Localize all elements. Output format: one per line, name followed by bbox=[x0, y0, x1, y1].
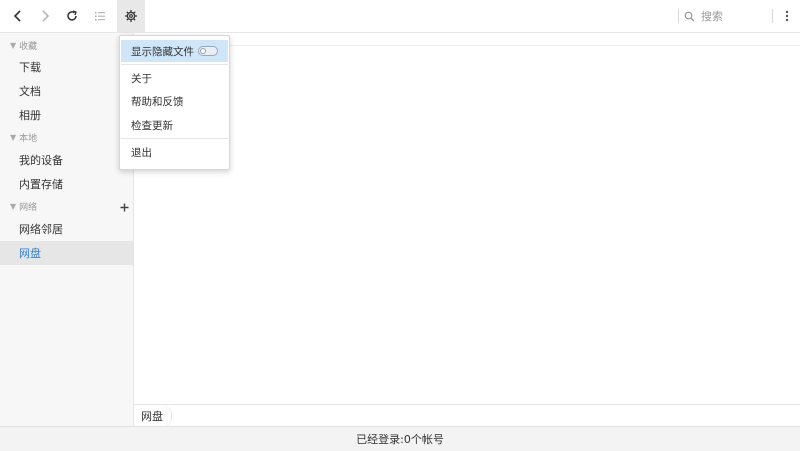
show-hidden-toggle[interactable] bbox=[198, 46, 218, 56]
menu-item-label: 显示隐藏文件 bbox=[131, 45, 194, 58]
sidebar-item-my-device[interactable]: 我的设备 bbox=[0, 148, 133, 172]
sidebar-item-documents[interactable]: 文档 bbox=[0, 79, 133, 103]
section-network[interactable]: ▼ 网络 bbox=[10, 198, 37, 214]
back-icon bbox=[13, 10, 21, 22]
section-favorites[interactable]: ▼ 收藏 bbox=[10, 37, 37, 53]
forward-icon bbox=[42, 10, 50, 22]
more-button[interactable] bbox=[775, 4, 799, 28]
forward-button[interactable] bbox=[33, 4, 57, 28]
back-button[interactable] bbox=[6, 4, 30, 28]
status-bar: 已经登录:0个帐号 bbox=[0, 426, 800, 451]
sidebar-item-label: 网盘 bbox=[19, 247, 41, 260]
menu-item-help-feedback[interactable]: 帮助和反馈 bbox=[121, 90, 228, 112]
more-divider bbox=[772, 9, 773, 23]
sidebar: ▼ 收藏 下载 文档 相册 ▼ 本地 我的设备 内置存储 ▼ 网络 网络邻居 网… bbox=[0, 33, 134, 426]
add-network-button[interactable] bbox=[118, 201, 130, 213]
toggle-knob bbox=[200, 48, 206, 54]
sidebar-item-label: 内置存储 bbox=[19, 178, 63, 191]
breadcrumb-item-cloud-drive[interactable]: 网盘 bbox=[134, 405, 172, 427]
sidebar-item-label: 下载 bbox=[19, 61, 41, 74]
sidebar-item-album[interactable]: 相册 bbox=[0, 103, 133, 127]
section-label: 网络 bbox=[19, 202, 38, 213]
search-input[interactable]: 搜索 bbox=[684, 7, 768, 25]
collapse-triangle-icon: ▼ bbox=[10, 201, 17, 211]
menu-item-label: 退出 bbox=[131, 146, 152, 159]
list-view-icon bbox=[95, 12, 105, 21]
sidebar-item-label: 网络邻居 bbox=[19, 223, 63, 236]
menu-divider bbox=[121, 138, 228, 139]
menu-item-label: 检查更新 bbox=[131, 119, 173, 132]
sidebar-item-network-neighborhood[interactable]: 网络邻居 bbox=[0, 217, 133, 241]
more-icon bbox=[785, 10, 789, 22]
menu-item-label: 帮助和反馈 bbox=[131, 95, 184, 108]
menu-item-label: 关于 bbox=[131, 72, 152, 85]
settings-button[interactable] bbox=[117, 0, 145, 32]
status-text: 已经登录:0个帐号 bbox=[356, 433, 444, 446]
sidebar-item-downloads[interactable]: 下载 bbox=[0, 55, 133, 79]
menu-item-show-hidden-files[interactable]: 显示隐藏文件 bbox=[121, 40, 228, 62]
toolbar: 搜索 bbox=[0, 0, 800, 33]
breadcrumb: 网盘 bbox=[134, 404, 800, 427]
sidebar-item-cloud-drive[interactable]: 网盘 bbox=[0, 241, 133, 265]
sidebar-item-label: 文档 bbox=[19, 85, 41, 98]
refresh-icon bbox=[67, 10, 77, 21]
content-header-divider bbox=[134, 45, 800, 46]
section-label: 收藏 bbox=[19, 41, 38, 52]
sidebar-item-internal-storage[interactable]: 内置存储 bbox=[0, 172, 133, 196]
sidebar-item-label: 我的设备 bbox=[19, 154, 63, 167]
settings-icon bbox=[125, 10, 137, 22]
section-label: 本地 bbox=[19, 133, 38, 144]
list-view-button[interactable] bbox=[88, 4, 112, 28]
sidebar-item-label: 相册 bbox=[19, 109, 41, 122]
plus-icon bbox=[120, 203, 128, 211]
refresh-button[interactable] bbox=[60, 4, 84, 28]
search-icon bbox=[684, 11, 695, 21]
collapse-triangle-icon: ▼ bbox=[10, 132, 17, 142]
settings-menu: 显示隐藏文件 关于 帮助和反馈 检查更新 退出 bbox=[119, 35, 230, 170]
menu-item-about[interactable]: 关于 bbox=[121, 67, 228, 89]
menu-item-exit[interactable]: 退出 bbox=[121, 141, 228, 163]
search-placeholder: 搜索 bbox=[701, 10, 723, 23]
collapse-triangle-icon: ▼ bbox=[10, 40, 17, 50]
menu-divider bbox=[121, 64, 228, 65]
section-local[interactable]: ▼ 本地 bbox=[10, 129, 37, 145]
search-divider bbox=[678, 9, 679, 23]
menu-item-check-updates[interactable]: 检查更新 bbox=[121, 114, 228, 136]
